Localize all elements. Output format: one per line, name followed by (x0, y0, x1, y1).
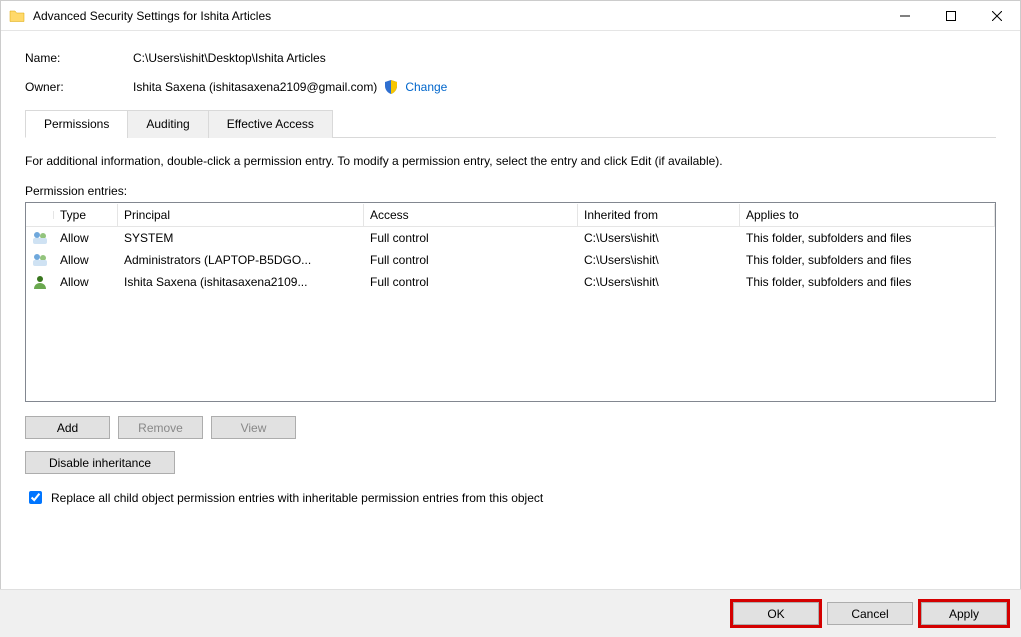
row-principal: Administrators (LAPTOP-B5DGO... (118, 251, 364, 269)
row-icon (26, 272, 54, 292)
row-principal: SYSTEM (118, 229, 364, 247)
window-title: Advanced Security Settings for Ishita Ar… (33, 9, 882, 23)
row-icon (26, 228, 54, 248)
maximize-button[interactable] (928, 1, 974, 31)
owner-value: Ishita Saxena (ishitasaxena2109@gmail.co… (133, 80, 377, 94)
row-icon (26, 250, 54, 270)
disable-inheritance-button[interactable]: Disable inheritance (25, 451, 175, 474)
header-access[interactable]: Access (364, 204, 578, 226)
header-applies[interactable]: Applies to (740, 204, 995, 226)
row-type: Allow (54, 251, 118, 269)
ok-button[interactable]: OK (733, 602, 819, 625)
header-inherited[interactable]: Inherited from (578, 204, 740, 226)
window-controls (882, 1, 1020, 30)
row-type: Allow (54, 273, 118, 291)
replace-checkbox-label[interactable]: Replace all child object permission entr… (51, 491, 543, 505)
entries-label: Permission entries: (25, 184, 996, 198)
permission-grid[interactable]: Type Principal Access Inherited from App… (25, 202, 996, 402)
add-button[interactable]: Add (25, 416, 110, 439)
header-principal[interactable]: Principal (118, 204, 364, 226)
content-area: Name: C:\Users\ishit\Desktop\Ishita Arti… (1, 31, 1020, 507)
titlebar: Advanced Security Settings for Ishita Ar… (1, 1, 1020, 31)
apply-button[interactable]: Apply (921, 602, 1007, 625)
minimize-button[interactable] (882, 1, 928, 31)
table-row[interactable]: AllowIshita Saxena (ishitasaxena2109...F… (26, 271, 995, 293)
tab-auditing[interactable]: Auditing (127, 110, 208, 138)
tab-effective-access[interactable]: Effective Access (208, 110, 333, 138)
view-button[interactable]: View (211, 416, 296, 439)
header-type[interactable]: Type (54, 204, 118, 226)
cancel-button[interactable]: Cancel (827, 602, 913, 625)
table-row[interactable]: AllowAdministrators (LAPTOP-B5DGO...Full… (26, 249, 995, 271)
folder-icon (9, 8, 25, 24)
tab-permissions[interactable]: Permissions (25, 110, 128, 138)
remove-button[interactable]: Remove (118, 416, 203, 439)
row-applies: This folder, subfolders and files (740, 251, 995, 269)
name-label: Name: (25, 51, 133, 65)
row-inherited: C:\Users\ishit\ (578, 273, 740, 291)
row-access: Full control (364, 273, 578, 291)
replace-checkbox[interactable] (29, 491, 42, 504)
row-type: Allow (54, 229, 118, 247)
table-row[interactable]: AllowSYSTEMFull controlC:\Users\ishit\Th… (26, 227, 995, 249)
instructions-text: For additional information, double-click… (25, 154, 996, 168)
row-principal: Ishita Saxena (ishitasaxena2109... (118, 273, 364, 291)
owner-label: Owner: (25, 80, 133, 94)
tabs: Permissions Auditing Effective Access (25, 109, 996, 138)
close-button[interactable] (974, 1, 1020, 31)
name-value: C:\Users\ishit\Desktop\Ishita Articles (133, 51, 326, 65)
row-inherited: C:\Users\ishit\ (578, 251, 740, 269)
row-access: Full control (364, 229, 578, 247)
shield-icon (383, 79, 399, 95)
grid-header: Type Principal Access Inherited from App… (26, 203, 995, 227)
row-applies: This folder, subfolders and files (740, 229, 995, 247)
change-owner-link[interactable]: Change (405, 80, 447, 94)
row-inherited: C:\Users\ishit\ (578, 229, 740, 247)
row-access: Full control (364, 251, 578, 269)
footer: OK Cancel Apply (0, 589, 1021, 637)
row-applies: This folder, subfolders and files (740, 273, 995, 291)
